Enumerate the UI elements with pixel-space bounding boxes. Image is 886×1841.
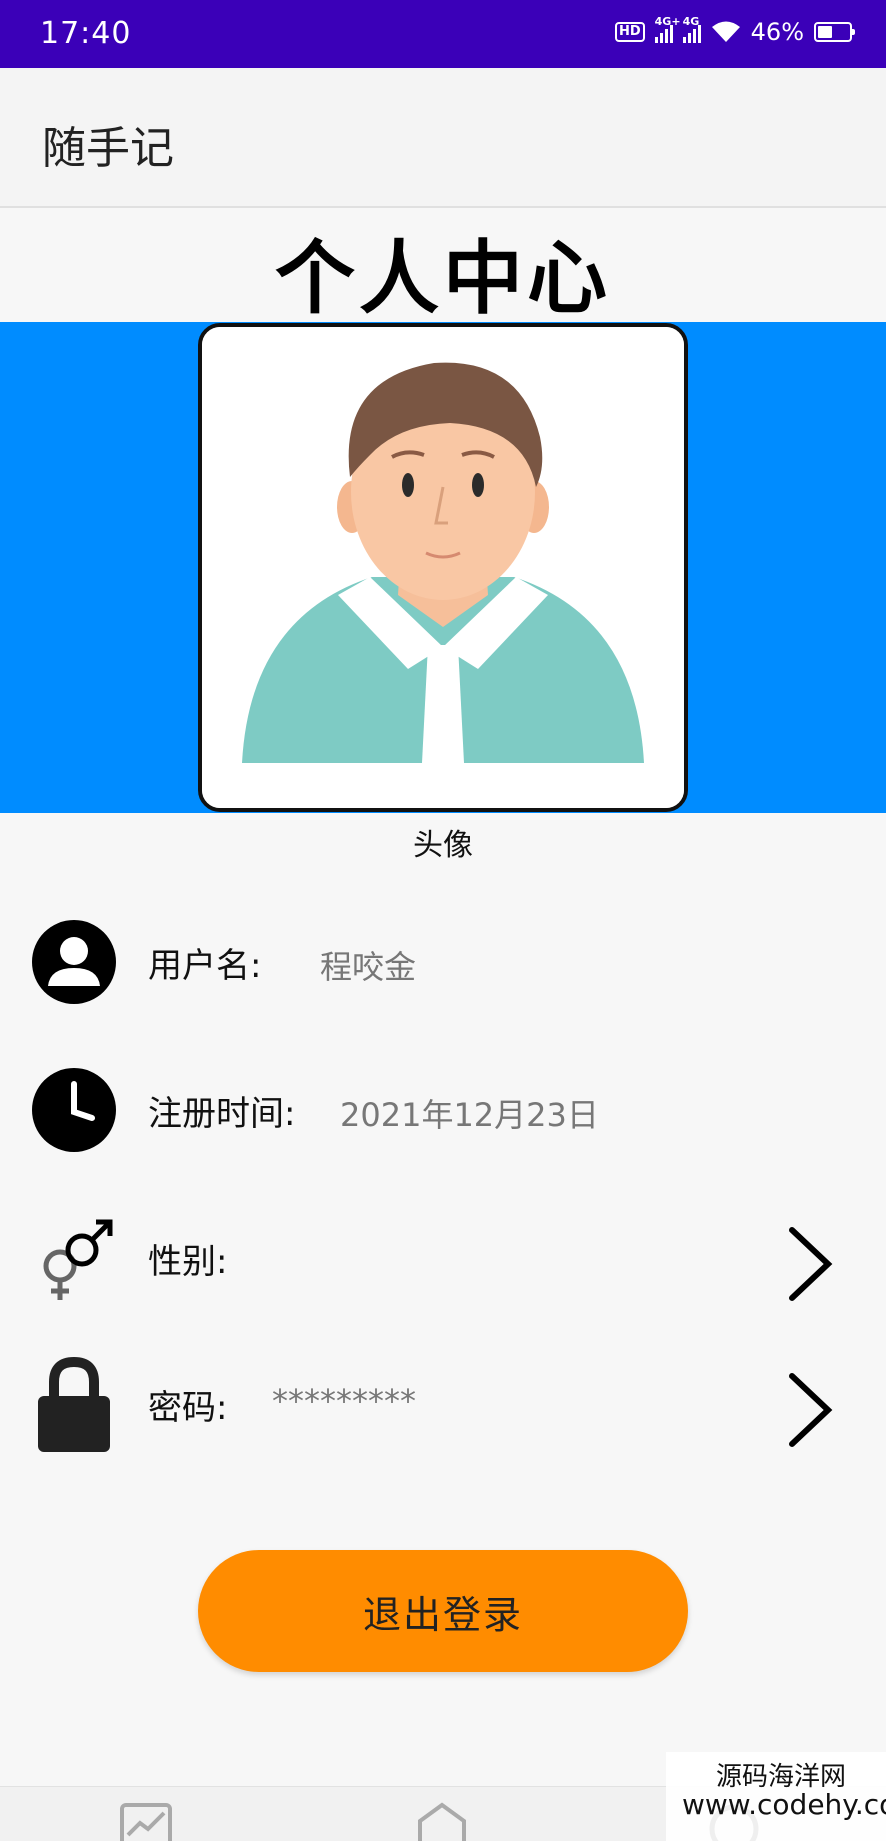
username-label: 用户名: (148, 946, 262, 986)
battery-icon (814, 22, 855, 42)
chevron-right-icon[interactable] (782, 1224, 838, 1304)
password-label: 密码: (148, 1388, 228, 1428)
network-type-label: 4G+ (654, 15, 681, 28)
chart-icon[interactable] (118, 1801, 174, 1841)
avatar-illustration (202, 327, 684, 808)
hd-badge: HD (614, 22, 645, 42)
wifi-icon (711, 21, 740, 42)
register-time-value: 2021年12月23日 (340, 1096, 599, 1134)
watermark: 源码海洋网 www.codehy.com (666, 1752, 886, 1841)
gender-label: 性别: (148, 1242, 228, 1282)
avatar-caption: 头像 (413, 828, 473, 863)
gender-row[interactable]: 性别: (0, 1202, 886, 1312)
register-time-row: 注册时间: 2021年12月23日 (0, 1054, 886, 1164)
password-value: ********* (272, 1382, 416, 1420)
home-icon[interactable] (414, 1801, 470, 1841)
chevron-right-icon[interactable] (782, 1370, 838, 1450)
page-title: 个人中心 (275, 232, 611, 325)
status-bar: 17:40 HD 4G+ 4G 46% (0, 0, 886, 68)
app-title: 随手记 (42, 123, 174, 174)
lock-icon (38, 1356, 110, 1452)
user-icon (32, 920, 116, 1004)
avatar[interactable] (198, 323, 688, 812)
gender-icon (43, 1219, 113, 1300)
clock-icon (32, 1068, 116, 1152)
screen: 17:40 HD 4G+ 4G 46% 随手记 个人中心 头像 用户名: 程咬金… (0, 0, 886, 1841)
username-row: 用户名: 程咬金 (0, 906, 886, 1016)
status-time: 17:40 (40, 16, 132, 51)
signal-icon-2: 4G (682, 15, 701, 43)
network-type-label-2: 4G (682, 15, 700, 28)
app-bar: 随手记 (0, 68, 886, 208)
signal-icon: 4G+ (654, 15, 681, 43)
password-row[interactable]: 密码: ********* (0, 1348, 886, 1458)
username-value: 程咬金 (320, 948, 417, 986)
battery-percent: 46% (750, 18, 804, 46)
logout-button[interactable]: 退出登录 (198, 1550, 688, 1672)
watermark-line2: www.codehy.com (682, 1788, 886, 1821)
status-indicators: HD 4G+ 4G 46% (614, 15, 855, 46)
register-time-label: 注册时间: (148, 1094, 296, 1134)
